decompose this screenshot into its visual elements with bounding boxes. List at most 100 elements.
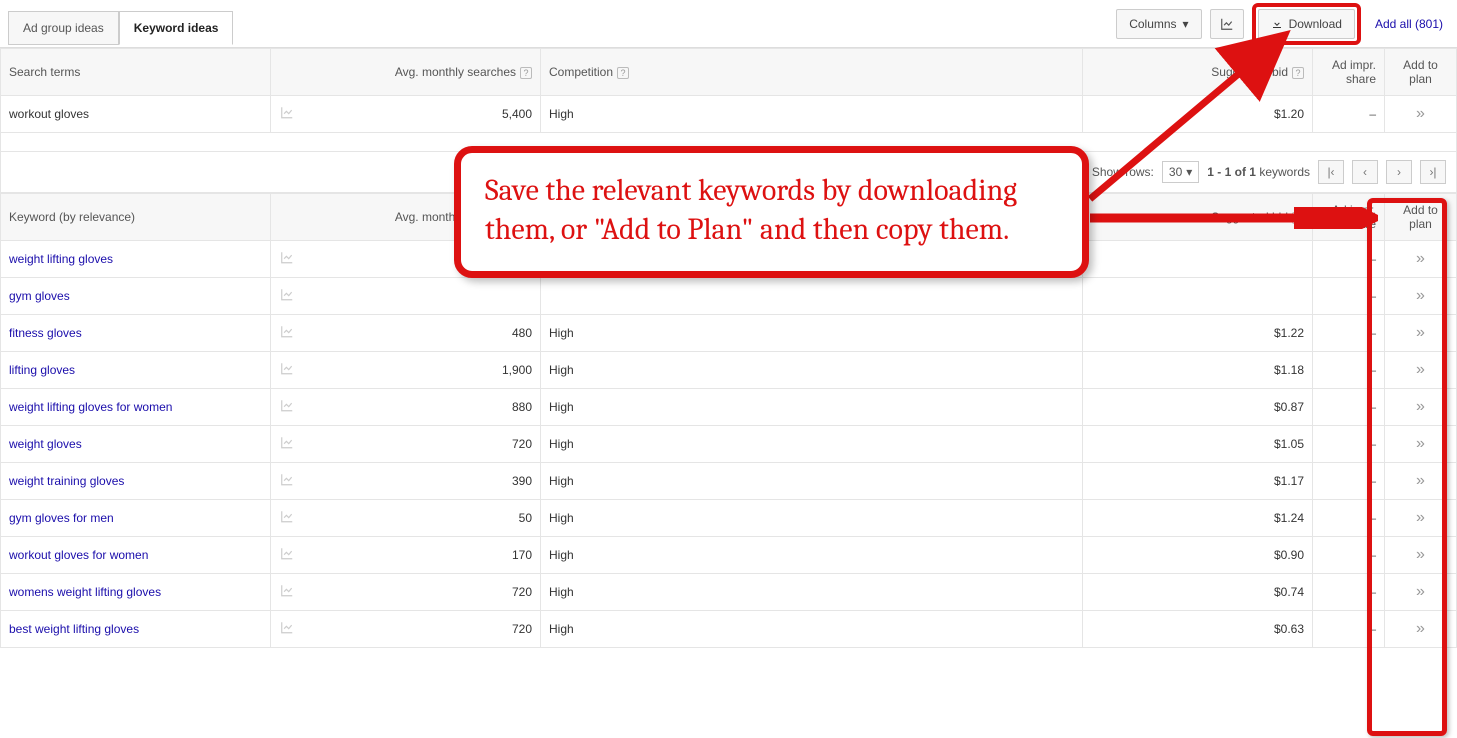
help-icon[interactable]: ? xyxy=(1292,212,1304,224)
keyword-cell: weight training gloves xyxy=(1,463,271,500)
trend-chart-icon[interactable] xyxy=(279,325,295,342)
trend-chart-icon[interactable] xyxy=(279,106,295,123)
trend-chart-icon[interactable] xyxy=(279,362,295,379)
download-highlight-box: Download xyxy=(1252,3,1361,45)
header-suggested-bid[interactable]: Suggested bid? xyxy=(1083,49,1313,96)
keyword-cell: weight gloves xyxy=(1,426,271,463)
keyword-cell: gym gloves for men xyxy=(1,500,271,537)
searches-cell: 170 xyxy=(271,537,541,574)
competition-cell: High xyxy=(541,426,1083,463)
bid-cell xyxy=(1083,241,1313,278)
download-button[interactable]: Download xyxy=(1258,9,1355,39)
pager-prev-button[interactable]: ‹ xyxy=(1352,160,1378,184)
trend-chart-icon[interactable] xyxy=(279,399,295,416)
annotation-callout: Save the relevant keywords by downloadin… xyxy=(454,146,1089,278)
toolbar-right: Columns ▾ Download Add all (801) xyxy=(1116,3,1449,51)
searches-cell: 480 xyxy=(271,315,541,352)
searches-cell: 880 xyxy=(271,389,541,426)
searches-value: 720 xyxy=(512,622,532,636)
keyword-link[interactable]: gym gloves xyxy=(9,289,70,303)
competition-cell: High xyxy=(541,463,1083,500)
annotation-text: Save the relevant keywords by downloadin… xyxy=(485,171,1058,249)
header-suggested-bid[interactable]: Suggested bid? xyxy=(1083,194,1313,241)
search-terms-header-row: Search terms Avg. monthly searches? Comp… xyxy=(1,49,1457,96)
bid-cell: $1.17 xyxy=(1083,463,1313,500)
bid-cell: $0.87 xyxy=(1083,389,1313,426)
trend-chart-icon[interactable] xyxy=(279,473,295,490)
searches-value: 390 xyxy=(512,474,532,488)
keyword-link[interactable]: fitness gloves xyxy=(9,326,82,340)
keyword-cell: weight lifting gloves for women xyxy=(1,389,271,426)
rows-per-page-select[interactable]: 30 ▾ xyxy=(1162,161,1199,183)
bid-cell: $0.63 xyxy=(1083,611,1313,648)
table-row: workout gloves for women170High$0.90–» xyxy=(1,537,1457,574)
searches-value: 50 xyxy=(519,511,532,525)
competition-cell: High xyxy=(541,500,1083,537)
table-row: best weight lifting gloves720High$0.63–» xyxy=(1,611,1457,648)
keyword-cell: workout gloves for women xyxy=(1,537,271,574)
header-keyword-relevance[interactable]: Keyword (by relevance) xyxy=(1,194,271,241)
searches-cell: 5,400 xyxy=(271,96,541,133)
searches-cell: 1,900 xyxy=(271,352,541,389)
tabs: Ad group ideas Keyword ideas xyxy=(8,10,233,44)
trend-chart-icon[interactable] xyxy=(279,288,295,305)
keyword-link[interactable]: womens weight lifting gloves xyxy=(9,585,161,599)
add-all-button[interactable]: Add all (801) xyxy=(1369,16,1449,32)
bid-cell: $1.18 xyxy=(1083,352,1313,389)
help-icon[interactable]: ? xyxy=(617,67,629,79)
download-icon xyxy=(1271,18,1283,30)
trend-chart-icon[interactable] xyxy=(279,251,295,268)
table-row: fitness gloves480High$1.22–» xyxy=(1,315,1457,352)
keyword-link[interactable]: best weight lifting gloves xyxy=(9,622,139,636)
competition-cell: High xyxy=(541,352,1083,389)
trend-chart-icon[interactable] xyxy=(279,510,295,527)
header-avg-searches[interactable]: Avg. monthly searches? xyxy=(271,49,541,96)
impr-cell: – xyxy=(1313,96,1385,133)
chevron-down-icon: ▾ xyxy=(1186,165,1192,179)
columns-button[interactable]: Columns ▾ xyxy=(1116,9,1201,39)
chart-toggle-button[interactable] xyxy=(1210,9,1244,39)
keyword-link[interactable]: weight lifting gloves for women xyxy=(9,400,172,414)
pager-next-button[interactable]: › xyxy=(1386,160,1412,184)
header-ad-impr-share[interactable]: Ad impr. share xyxy=(1313,49,1385,96)
help-icon[interactable]: ? xyxy=(520,67,532,79)
bid-cell: $1.22 xyxy=(1083,315,1313,352)
keyword-link[interactable]: gym gloves for men xyxy=(9,511,114,525)
searches-cell: 720 xyxy=(271,611,541,648)
header-competition[interactable]: Competition? xyxy=(541,49,1083,96)
table-row: weight lifting gloves for women880High$0… xyxy=(1,389,1457,426)
competition-cell: High xyxy=(541,537,1083,574)
table-row: gym gloves for men50High$1.24–» xyxy=(1,500,1457,537)
searches-value: 720 xyxy=(512,585,532,599)
searches-value: 1,900 xyxy=(502,363,532,377)
add-to-plan-button[interactable]: » xyxy=(1385,96,1457,133)
trend-chart-icon[interactable] xyxy=(279,547,295,564)
searches-cell: 390 xyxy=(271,463,541,500)
searches-cell: 720 xyxy=(271,574,541,611)
keyword-link[interactable]: lifting gloves xyxy=(9,363,75,377)
help-icon[interactable]: ? xyxy=(1292,67,1304,79)
trend-chart-icon[interactable] xyxy=(279,584,295,601)
keyword-cell: fitness gloves xyxy=(1,315,271,352)
bid-cell: $1.24 xyxy=(1083,500,1313,537)
table-row: workout gloves5,400High$1.20–» xyxy=(1,96,1457,133)
keyword-cell: womens weight lifting gloves xyxy=(1,574,271,611)
pager-last-button[interactable]: ›| xyxy=(1420,160,1446,184)
header-search-terms[interactable]: Search terms xyxy=(1,49,271,96)
trend-chart-icon[interactable] xyxy=(279,621,295,638)
pager-first-button[interactable]: |‹ xyxy=(1318,160,1344,184)
chevron-down-icon: ▾ xyxy=(1183,17,1189,31)
tab-ad-group-ideas[interactable]: Ad group ideas xyxy=(8,11,119,45)
toolbar: Ad group ideas Keyword ideas Columns ▾ D… xyxy=(0,0,1457,48)
keyword-link[interactable]: weight lifting gloves xyxy=(9,252,113,266)
keyword-cell: lifting gloves xyxy=(1,352,271,389)
bid-cell: $0.90 xyxy=(1083,537,1313,574)
tab-keyword-ideas[interactable]: Keyword ideas xyxy=(119,11,234,45)
pager-range: 1 - 1 of 1 keywords xyxy=(1207,165,1310,179)
bid-cell: $1.05 xyxy=(1083,426,1313,463)
keyword-link[interactable]: workout gloves for women xyxy=(9,548,148,562)
trend-chart-icon[interactable] xyxy=(279,436,295,453)
keyword-link[interactable]: weight training gloves xyxy=(9,474,124,488)
competition-cell xyxy=(541,278,1083,315)
keyword-link[interactable]: weight gloves xyxy=(9,437,82,451)
